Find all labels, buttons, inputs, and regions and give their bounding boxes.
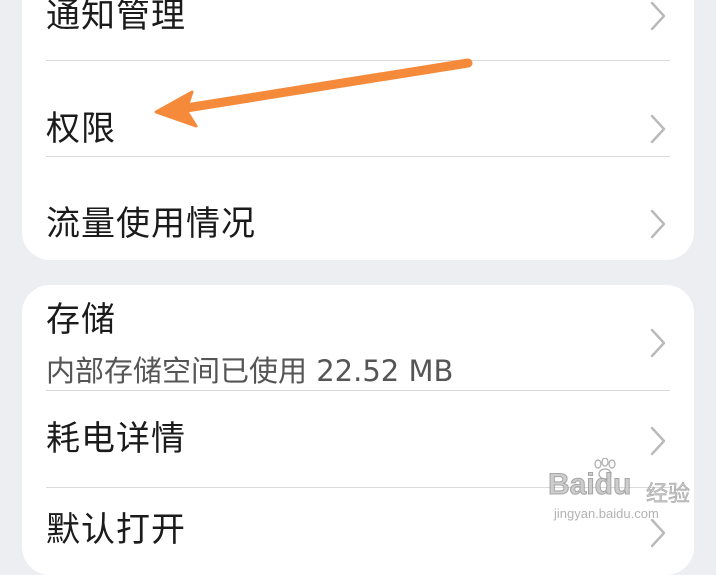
app-settings-card: 通知管理 权限 流量使用情况 xyxy=(22,0,694,260)
watermark-url-text: jingyan.baidu.com xyxy=(554,506,659,521)
storage-card: 存储 内部存储空间已使用 22.52 MB 耗电详情 默认打开 xyxy=(22,285,694,575)
open-by-default-label: 默认打开 xyxy=(46,510,186,550)
notification-management-label: 通知管理 xyxy=(46,0,186,36)
baidu-jingyan-watermark: Baidu 经验 jingyan.baidu.com xyxy=(547,458,708,528)
watermark-logo-text: Baidu xyxy=(547,468,632,502)
storage-item[interactable]: 存储 内部存储空间已使用 22.52 MB xyxy=(22,285,694,390)
permissions-item[interactable]: 权限 xyxy=(22,61,694,156)
chevron-right-icon xyxy=(650,1,666,31)
chevron-right-icon xyxy=(650,426,666,456)
watermark-suffix-text: 经验 xyxy=(646,482,691,508)
notification-management-item[interactable]: 通知管理 xyxy=(22,0,694,60)
storage-usage-text: 内部存储空间已使用 22.52 MB xyxy=(46,354,454,388)
chevron-right-icon xyxy=(650,209,666,239)
data-usage-label: 流量使用情况 xyxy=(46,204,256,244)
chevron-right-icon xyxy=(650,328,666,358)
power-usage-label: 耗电详情 xyxy=(46,419,186,459)
permissions-label: 权限 xyxy=(46,109,116,149)
data-usage-item[interactable]: 流量使用情况 xyxy=(22,157,694,257)
chevron-right-icon xyxy=(650,114,666,144)
storage-label: 存储 xyxy=(46,300,116,340)
